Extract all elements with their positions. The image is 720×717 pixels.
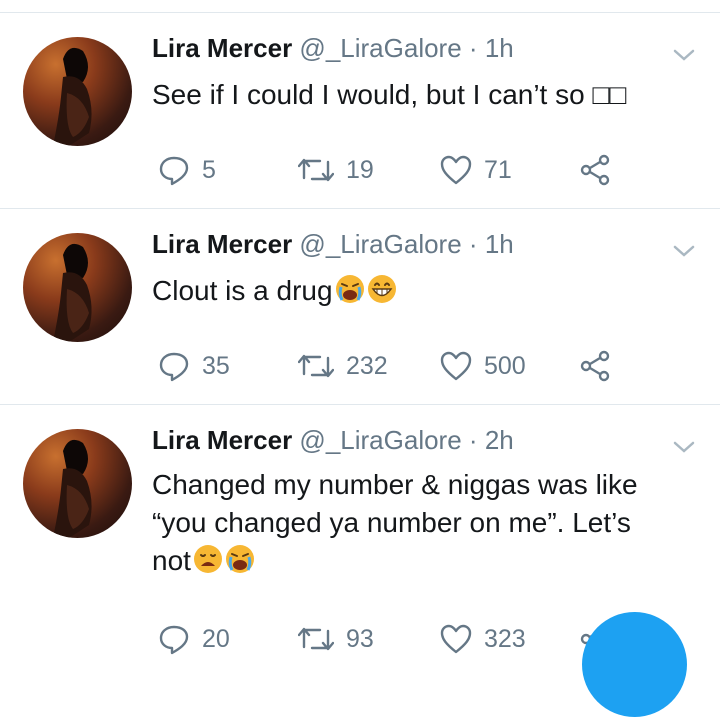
separator-dot: · — [468, 425, 478, 455]
display-name[interactable]: Lira Mercer — [152, 425, 292, 455]
tweet-text-body: Clout is a drug — [152, 275, 333, 306]
tweet-text-body: See if I could I would, but I can’t so — [152, 79, 593, 110]
grinning-face-icon — [367, 275, 396, 303]
retweet-icon — [298, 627, 334, 651]
reply-icon — [159, 156, 189, 186]
user-handle[interactable]: @_LiraGalore — [299, 33, 461, 63]
tweet-text-line: “you changed ya number on me”. Let’s — [152, 507, 631, 538]
heart-icon — [440, 155, 472, 185]
avatar[interactable] — [23, 429, 132, 538]
share-icon — [580, 350, 610, 382]
like-count: 500 — [484, 351, 526, 380]
separator-dot: · — [468, 33, 478, 63]
tweet-header: Lira Mercer @_LiraGalore · 1h — [152, 33, 514, 63]
sad-face-icon — [193, 545, 222, 573]
reply-count: 5 — [202, 155, 216, 184]
display-name[interactable]: Lira Mercer — [152, 33, 292, 63]
like-button[interactable]: 323 — [440, 622, 526, 656]
reply-button[interactable]: 35 — [158, 349, 230, 383]
retweet-icon — [298, 354, 334, 378]
tweet-text-line: Changed my number & niggas was like — [152, 469, 638, 500]
reply-icon — [159, 625, 189, 655]
heart-icon — [440, 624, 472, 654]
tweet-text: Changed my number & niggas was like “you… — [152, 466, 692, 580]
avatar[interactable] — [23, 37, 132, 146]
retweet-button[interactable]: 232 — [298, 349, 388, 383]
reply-button[interactable]: 20 — [158, 622, 230, 656]
tweet-actions: 20 93 323 — [158, 622, 628, 656]
compose-tweet-button[interactable] — [582, 612, 687, 717]
avatar[interactable] — [23, 233, 132, 342]
chevron-down-icon[interactable] — [672, 439, 696, 455]
retweet-count: 232 — [346, 351, 388, 380]
tweet-divider — [0, 404, 720, 405]
top-divider — [0, 12, 720, 13]
tweet-actions: 5 19 71 — [158, 153, 628, 187]
emoji-placeholder: □□ — [592, 79, 627, 110]
separator-dot: · — [468, 229, 478, 259]
share-icon — [580, 154, 610, 186]
retweet-button[interactable]: 93 — [298, 622, 374, 656]
crying-face-icon — [335, 275, 364, 303]
like-button[interactable]: 71 — [440, 153, 512, 187]
tweet-header: Lira Mercer @_LiraGalore · 1h — [152, 229, 514, 259]
reply-count: 20 — [202, 624, 230, 653]
chevron-down-icon[interactable] — [672, 47, 696, 63]
crying-face-icon — [225, 545, 254, 573]
like-count: 71 — [484, 155, 512, 184]
timestamp[interactable]: 1h — [485, 33, 514, 63]
tweet-text-line-last: not — [152, 542, 692, 580]
tweet-text: Clout is a drug — [152, 272, 692, 310]
retweet-icon — [298, 158, 334, 182]
timestamp[interactable]: 1h — [485, 229, 514, 259]
retweet-count: 19 — [346, 155, 374, 184]
share-button[interactable] — [580, 153, 612, 187]
user-handle[interactable]: @_LiraGalore — [299, 229, 461, 259]
like-button[interactable]: 500 — [440, 349, 526, 383]
reply-count: 35 — [202, 351, 230, 380]
retweet-count: 93 — [346, 624, 374, 653]
reply-button[interactable]: 5 — [158, 153, 216, 187]
tweet-actions: 35 232 500 — [158, 349, 628, 383]
display-name[interactable]: Lira Mercer — [152, 229, 292, 259]
heart-icon — [440, 351, 472, 381]
tweet-divider — [0, 208, 720, 209]
share-button[interactable] — [580, 349, 612, 383]
retweet-button[interactable]: 19 — [298, 153, 374, 187]
like-count: 323 — [484, 624, 526, 653]
timestamp[interactable]: 2h — [485, 425, 514, 455]
reply-icon — [159, 352, 189, 382]
tweet-header: Lira Mercer @_LiraGalore · 2h — [152, 425, 514, 455]
tweet-text-line: not — [152, 545, 191, 576]
chevron-down-icon[interactable] — [672, 243, 696, 259]
tweet-text: See if I could I would, but I can’t so □… — [152, 76, 692, 114]
user-handle[interactable]: @_LiraGalore — [299, 425, 461, 455]
